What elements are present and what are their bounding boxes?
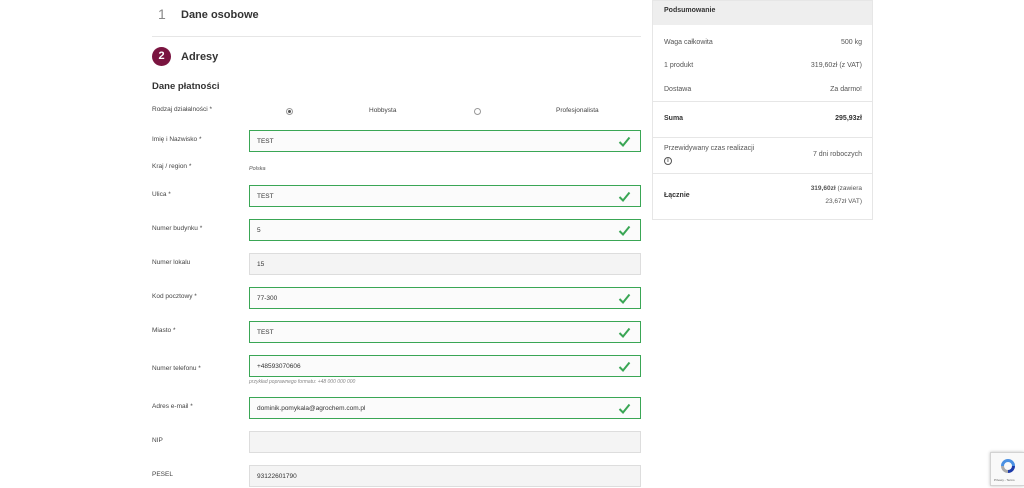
apartment-input[interactable]: 15 xyxy=(249,253,641,275)
product-label: 1 produkt xyxy=(664,62,694,69)
recaptcha-logo-icon xyxy=(1001,459,1015,473)
pesel-value: 93122601790 xyxy=(257,473,297,480)
total-value: 319,60zł xyxy=(810,185,836,192)
city-input[interactable]: TEST xyxy=(249,321,641,343)
info-icon[interactable]: i xyxy=(664,157,672,165)
postal-input[interactable]: 77-300 xyxy=(249,287,641,309)
city-label: Miasto * xyxy=(152,327,176,334)
check-icon xyxy=(618,293,631,304)
step-title: Dane osobowe xyxy=(181,9,259,21)
sum-value: 295,93zł xyxy=(835,115,862,122)
total-label: Łącznie xyxy=(664,192,690,199)
order-summary: Podsumowanie Waga całkowita 500 kg 1 pro… xyxy=(652,0,873,220)
time-label: Przewidywany czas realizacji xyxy=(664,145,755,152)
city-value: TEST xyxy=(257,329,274,336)
nip-input[interactable] xyxy=(249,431,641,453)
email-label: Adres e-mail * xyxy=(152,403,193,410)
radio-professional[interactable] xyxy=(474,108,481,115)
product-value: 319,60zł (z VAT) xyxy=(810,62,862,69)
phone-label: Numer telefonu * xyxy=(152,365,201,372)
building-value: 5 xyxy=(257,227,261,234)
radio-hobbyist[interactable] xyxy=(286,108,293,115)
step-personal-data[interactable]: 1 Dane osobowe xyxy=(152,4,641,37)
activity-type-label: Rodzaj działalności * xyxy=(152,106,212,113)
sum-label: Suma xyxy=(664,115,684,122)
name-label: Imię i Nazwisko * xyxy=(152,136,202,143)
recaptcha-text: Privacy - Terms xyxy=(994,478,1015,482)
check-icon xyxy=(618,361,631,372)
check-icon xyxy=(618,191,631,202)
building-input[interactable]: 5 xyxy=(249,219,641,241)
apartment-label: Numer lokalu xyxy=(152,259,191,266)
divider xyxy=(653,101,872,102)
summary-title: Podsumowanie xyxy=(664,7,716,14)
name-value: TEST xyxy=(257,138,274,145)
total-vat-1: (zawiera xyxy=(837,185,862,192)
pesel-input[interactable]: 93122601790 xyxy=(249,465,641,487)
delivery-label: Dostawa xyxy=(664,86,692,93)
phone-value: +48593070606 xyxy=(257,363,301,370)
postal-label: Kod pocztowy * xyxy=(152,293,197,300)
weight-label: Waga całkowita xyxy=(664,39,713,46)
pesel-label: PESEL xyxy=(152,471,173,478)
apartment-value: 15 xyxy=(257,261,265,268)
delivery-value: Za darmo! xyxy=(830,86,862,93)
divider xyxy=(653,137,872,138)
step-number: 1 xyxy=(158,6,166,22)
radio-professional-label: Profesjonalista xyxy=(556,107,599,114)
phone-format-hint: przykład poprawnego formatu: +48 000 000… xyxy=(249,379,356,385)
street-label: Ulica * xyxy=(152,191,171,198)
check-icon xyxy=(618,136,631,147)
email-value: dominik.pomykala@agrochem.com.pl xyxy=(257,405,366,412)
radio-hobbyist-label: Hobbysta xyxy=(369,107,397,114)
phone-input[interactable]: +48593070606 xyxy=(249,355,641,377)
postal-value: 77-300 xyxy=(257,295,278,302)
step-title-addresses: Adresy xyxy=(181,51,219,63)
building-label: Numer budynku * xyxy=(152,225,203,232)
step-number-badge: 2 xyxy=(152,47,171,66)
check-icon xyxy=(618,225,631,236)
country-label: Kraj / region * xyxy=(152,163,192,170)
time-value: 7 dni roboczych xyxy=(812,151,862,158)
nip-label: NIP xyxy=(152,437,163,444)
street-value: TEST xyxy=(257,193,274,200)
summary-header: Podsumowanie xyxy=(653,1,872,25)
divider xyxy=(653,173,872,174)
total-vat-2: 23,67zł VAT) xyxy=(825,198,862,205)
section-title: Dane płatności xyxy=(152,81,220,92)
recaptcha-badge[interactable]: Privacy - Terms xyxy=(990,452,1024,486)
check-icon xyxy=(618,403,631,414)
check-icon xyxy=(618,327,631,338)
email-input[interactable]: dominik.pomykala@agrochem.com.pl xyxy=(249,397,641,419)
country-value: Polska xyxy=(249,166,266,172)
name-input[interactable]: TEST xyxy=(249,130,641,152)
street-input[interactable]: TEST xyxy=(249,185,641,207)
weight-value: 500 kg xyxy=(840,39,862,46)
